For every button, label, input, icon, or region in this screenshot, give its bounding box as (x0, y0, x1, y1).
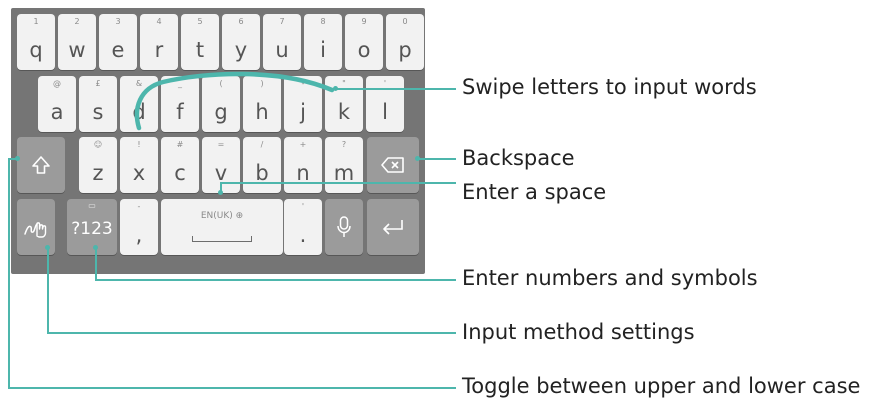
settings-leader-vertical (47, 247, 49, 333)
backspace-leader-line (418, 158, 456, 160)
shift-leader-vertical (8, 158, 10, 388)
callout-swipe: Swipe letters to input words (462, 75, 757, 99)
callout-backspace: Backspace (462, 146, 575, 170)
space-leader-line (220, 182, 456, 184)
swipe-trail-layer (134, 71, 335, 131)
callout-space: Enter a space (462, 180, 607, 204)
callout-numbers: Enter numbers and symbols (462, 266, 758, 290)
settings-leader-line (47, 332, 456, 334)
callout-toggle-case: Toggle between upper and lower case (462, 374, 861, 398)
numbers-leader-vertical (95, 247, 97, 280)
keyboard-diagram: 1 q 2 w 3 e 4 r 5 t 6 y 7 u 8 i 9 o 0 p … (0, 0, 891, 399)
shift-leader-line (8, 387, 456, 389)
callout-settings: Input method settings (462, 320, 695, 344)
numbers-leader-line (95, 279, 456, 281)
swipe-trail (134, 71, 335, 131)
swipe-leader-line (336, 88, 456, 90)
